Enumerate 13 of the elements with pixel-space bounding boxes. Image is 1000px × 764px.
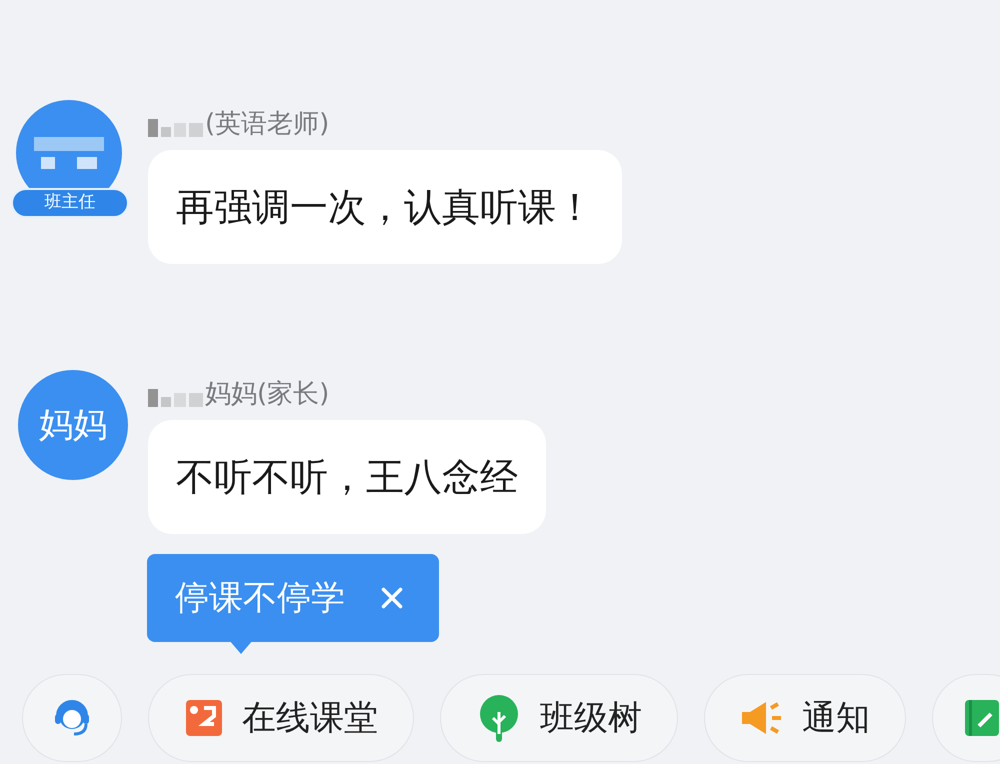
toolbar-button[interactable]: 通知	[704, 674, 906, 762]
role-badge: 班主任	[11, 188, 129, 218]
message-bubble: 再强调一次，认真听课！	[148, 150, 622, 264]
sender-name: (英语老师)	[205, 111, 330, 137]
tip-text: 停课不停学	[175, 576, 345, 620]
notebook-icon	[963, 698, 1000, 738]
megaphone-icon	[740, 700, 784, 736]
avatar: 妈妈	[18, 370, 128, 480]
classroom-icon	[184, 698, 224, 738]
message-bubble: 不听不听，王八念经	[148, 420, 546, 534]
toolbar-button[interactable]: 在线课堂	[148, 674, 414, 762]
sender-name: 妈妈(家长)	[205, 381, 330, 407]
toolbar-button[interactable]: 班级树	[440, 674, 678, 762]
